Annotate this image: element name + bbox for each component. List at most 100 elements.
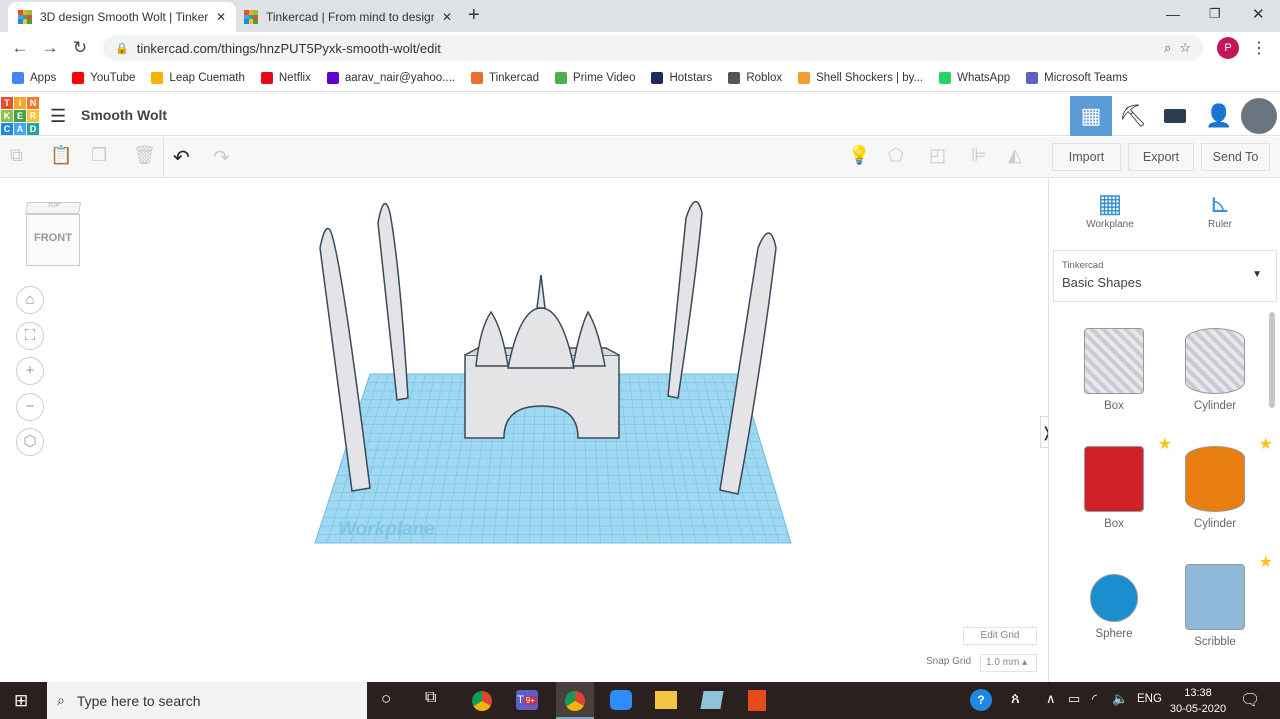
new-tab-button[interactable]: + <box>468 4 480 27</box>
export-button[interactable]: Export <box>1128 143 1194 171</box>
shapes-panel: ▦ Workplane ⊾ Ruler Tinkercad Basic Shap… <box>1048 178 1280 682</box>
shape-library-select[interactable]: Tinkercad Basic Shapes ▼ <box>1053 250 1277 302</box>
shape-cylinder[interactable]: Cylinder ★ <box>1165 436 1273 530</box>
paste-icon[interactable]: 📋 <box>50 145 72 166</box>
panel-scrollbar[interactable] <box>1269 312 1275 408</box>
file-explorer-icon[interactable] <box>655 691 677 709</box>
ruler-icon: ⊾ <box>1209 188 1231 218</box>
redo-icon[interactable]: ↷ <box>213 145 230 170</box>
tinkercad-logo[interactable]: TIN KER CAD <box>1 97 39 135</box>
taskbar-search[interactable]: ⌕ Type here to search <box>47 682 367 719</box>
bookmark-item[interactable]: Hotstars <box>651 71 712 84</box>
cortana-icon[interactable]: ○ <box>381 689 391 709</box>
bookmark-favicon-icon <box>151 71 164 84</box>
bookmark-item[interactable]: YouTube <box>72 71 135 84</box>
delete-icon[interactable]: 🗑 <box>133 145 156 166</box>
bookmark-item[interactable]: Leap Cuemath <box>151 71 245 84</box>
shape-scribble[interactable]: Scribble ★ <box>1165 554 1273 648</box>
duplicate-icon[interactable]: ❐ <box>91 145 107 166</box>
shape-sphere[interactable]: Sphere <box>1064 564 1164 640</box>
tinkercad-favicon-icon <box>18 10 32 24</box>
bookmark-item[interactable]: WhatsApp <box>939 71 1010 84</box>
shape-box[interactable]: Box <box>1064 328 1164 412</box>
align-icon[interactable]: ⊫ <box>971 145 987 166</box>
date: 30-05-2020 <box>1169 703 1227 715</box>
minimize-button[interactable]: — <box>1166 6 1180 22</box>
close-tab-icon[interactable]: ✕ <box>442 10 452 24</box>
bookmark-star-icon[interactable]: ☆ <box>1179 40 1191 56</box>
language-indicator[interactable]: ENG <box>1137 693 1162 705</box>
edit-grid-button[interactable]: Edit Grid <box>963 627 1037 645</box>
task-view-icon[interactable]: ⧉ <box>425 689 436 707</box>
bookmark-item[interactable]: Netflix <box>260 71 311 84</box>
tab-tinkercad-home[interactable]: Tinkercad | From mind to design in minut… <box>234 2 462 32</box>
3d-workspace[interactable]: TOP FRONT ⌂ ⛶ + − ⬡ Workplane ❭ Edit Gri… <box>0 178 1053 682</box>
dropdown-caret-icon: ▼ <box>1252 269 1262 280</box>
close-window-button[interactable]: ✕ <box>1252 5 1265 23</box>
scribble-shape-icon <box>1185 564 1245 630</box>
help-icon[interactable]: ? <box>970 689 992 711</box>
clock[interactable]: 13:38 30-05-2020 <box>1168 685 1228 717</box>
time: 13:38 <box>1184 687 1212 699</box>
shape-cylinder[interactable]: Cylinder <box>1165 328 1265 412</box>
design-list-icon[interactable]: ☰ <box>50 106 66 127</box>
bookmark-label: Prime Video <box>573 71 636 84</box>
ungroup-icon[interactable]: ◰ <box>929 145 946 166</box>
volume-icon[interactable]: 🔈 <box>1112 691 1128 707</box>
logo-letter: E <box>14 110 26 122</box>
bookmark-item[interactable]: Tinkercad <box>470 71 539 84</box>
workplane-watermark: Workplane <box>338 519 435 540</box>
import-button[interactable]: Import <box>1052 143 1121 171</box>
zoom-app-icon[interactable] <box>610 690 632 710</box>
browser-menu-icon[interactable]: ⋮ <box>1251 38 1267 58</box>
copy-icon[interactable]: ⧉ <box>10 145 23 166</box>
ruler-tool[interactable]: ⊾ Ruler <box>1189 188 1251 230</box>
undo-icon[interactable]: ↶ <box>173 145 190 170</box>
bricks-icon[interactable] <box>1154 96 1196 136</box>
teams-icon[interactable]: T 9+ <box>516 690 538 710</box>
workplane-tool[interactable]: ▦ Workplane <box>1079 188 1141 230</box>
forward-button[interactable]: → <box>35 38 65 58</box>
reload-button[interactable]: ↻ <box>65 38 95 58</box>
bookmark-item[interactable]: Apps <box>12 71 56 84</box>
bookmark-favicon-icon <box>260 71 273 84</box>
notes-lightbulb-icon[interactable]: 💡 <box>848 145 870 166</box>
notifications-icon[interactable]: 🗨 <box>1240 690 1260 710</box>
codeblocks-pickaxe-icon[interactable]: ⛏ <box>1112 96 1154 136</box>
windows-start-icon[interactable]: ⊞ <box>14 691 28 711</box>
mirror-icon[interactable]: ◭ <box>1008 145 1022 166</box>
user-avatar[interactable] <box>1241 98 1277 134</box>
snap-grid-value: 1.0 mm <box>986 657 1020 668</box>
chrome-active-window[interactable] <box>556 682 594 719</box>
bookmark-favicon-icon <box>651 71 664 84</box>
lock-icon: 🔒 <box>115 42 129 55</box>
profile-avatar[interactable]: P <box>1217 37 1239 59</box>
design-title[interactable]: Smooth Wolt <box>81 107 167 123</box>
group-icon[interactable]: ⬠ <box>888 145 904 166</box>
zoom-icon[interactable]: ⌕ <box>1164 40 1171 56</box>
bookmark-item[interactable]: Roblox <box>728 71 782 84</box>
shape-box[interactable]: Box ★ <box>1064 436 1172 530</box>
app-icon[interactable] <box>700 691 724 709</box>
invite-user-icon[interactable]: 👤 <box>1198 96 1240 136</box>
close-tab-icon[interactable]: ✕ <box>216 10 226 24</box>
logo-letter: A <box>14 123 26 135</box>
bookmark-item[interactable]: Shell Shockers | by... <box>798 71 923 84</box>
snap-grid-select[interactable]: 1.0 mm ▴ <box>980 654 1037 672</box>
maximize-button[interactable]: ❐ <box>1209 6 1221 22</box>
people-icon[interactable]: ጰ <box>1011 690 1020 707</box>
bookmark-item[interactable]: aarav_nair@yahoo.... <box>326 71 455 84</box>
bookmark-item[interactable]: Microsoft Teams <box>1026 71 1128 84</box>
send-to-button[interactable]: Send To <box>1201 143 1270 171</box>
chrome-icon[interactable] <box>472 691 492 711</box>
bookmark-item[interactable]: Prime Video <box>555 71 636 84</box>
show-hidden-icons[interactable]: ∧ <box>1046 691 1056 707</box>
url-input[interactable]: 🔒 tinkercad.com/things/hnzPUT5Pyxk-smoot… <box>103 35 1203 61</box>
office-icon[interactable] <box>748 690 766 711</box>
3d-view-grid-icon[interactable]: ▦ <box>1070 96 1112 136</box>
tab-3d-design[interactable]: 3D design Smooth Wolt | Tinkercad ✕ <box>8 2 236 32</box>
back-button[interactable]: ← <box>5 38 35 58</box>
wifi-icon[interactable]: ◜ <box>1092 691 1097 707</box>
battery-icon[interactable]: ▭ <box>1068 691 1080 707</box>
scene: Workplane <box>314 201 792 544</box>
